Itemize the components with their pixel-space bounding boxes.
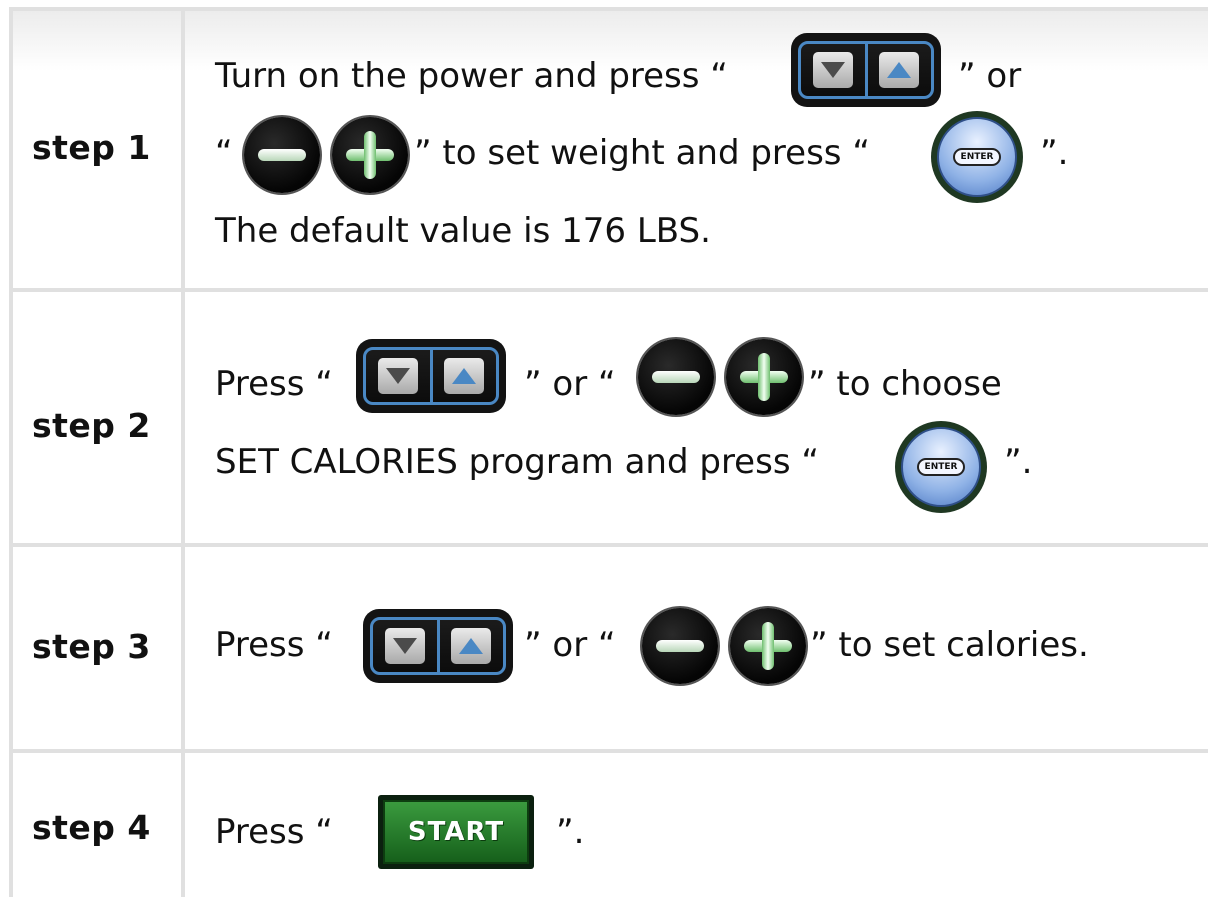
up-arrow-icon [452,368,477,384]
step-2-text-1: Press “ [215,364,333,404]
start-label: START [383,800,529,864]
up-arrow-icon [459,638,484,654]
step-4-text-1: Press “ [215,812,333,852]
step-1-text-5: ”. [1040,133,1069,173]
enter-button-icon: ENTER [931,111,1023,203]
step-3-text-3: ” to set calories. [810,625,1089,665]
down-up-arrow-keys-icon [356,339,506,413]
row-divider-3 [9,749,1208,753]
step-3-text-1: Press “ [215,625,333,665]
step-2-label: step 2 [32,406,151,445]
step-2-text-4: SET CALORIES program and press “ [215,442,819,482]
step-3-label: step 3 [32,627,151,666]
table-left-border [9,7,13,897]
down-up-arrow-keys-icon [791,33,941,107]
plus-button-icon [332,117,408,193]
step-2-text-2: ” or “ [524,364,616,404]
enter-label: ENTER [952,148,1002,166]
minus-button-icon [244,117,320,193]
row-divider-1 [9,288,1208,292]
up-arrow-icon [887,62,912,78]
row-divider-2 [9,543,1208,547]
step-2-text-5: ”. [1004,442,1033,482]
step-1-text-3: “ [215,133,233,173]
down-arrow-icon [820,62,845,78]
step-3-text-2: ” or “ [524,625,616,665]
step-4-text-2: ”. [556,812,585,852]
step-1-text-1: Turn on the power and press “ [215,56,728,96]
step-2-text-3: ” to choose [808,364,1002,404]
down-arrow-icon [392,638,417,654]
step-1-text-2: ” or [958,56,1022,96]
down-arrow-icon [385,368,410,384]
step-4-label: step 4 [32,808,151,847]
row-divider-top [9,7,1208,11]
step-1-text-6: The default value is 176 LBS. [215,211,711,251]
step-1-text-4: ” to set weight and press “ [414,133,870,173]
plus-button-icon [730,608,806,684]
enter-button-icon: ENTER [895,421,987,513]
plus-button-icon [726,339,802,415]
down-up-arrow-keys-icon [363,609,513,683]
instructions-table: step 1 Turn on the power and press “ ” o… [0,0,1208,897]
start-button-icon: START [378,795,534,869]
step-1-label: step 1 [32,128,151,167]
enter-label: ENTER [916,458,966,476]
minus-button-icon [642,608,718,684]
table-column-divider [181,7,185,897]
minus-button-icon [638,339,714,415]
